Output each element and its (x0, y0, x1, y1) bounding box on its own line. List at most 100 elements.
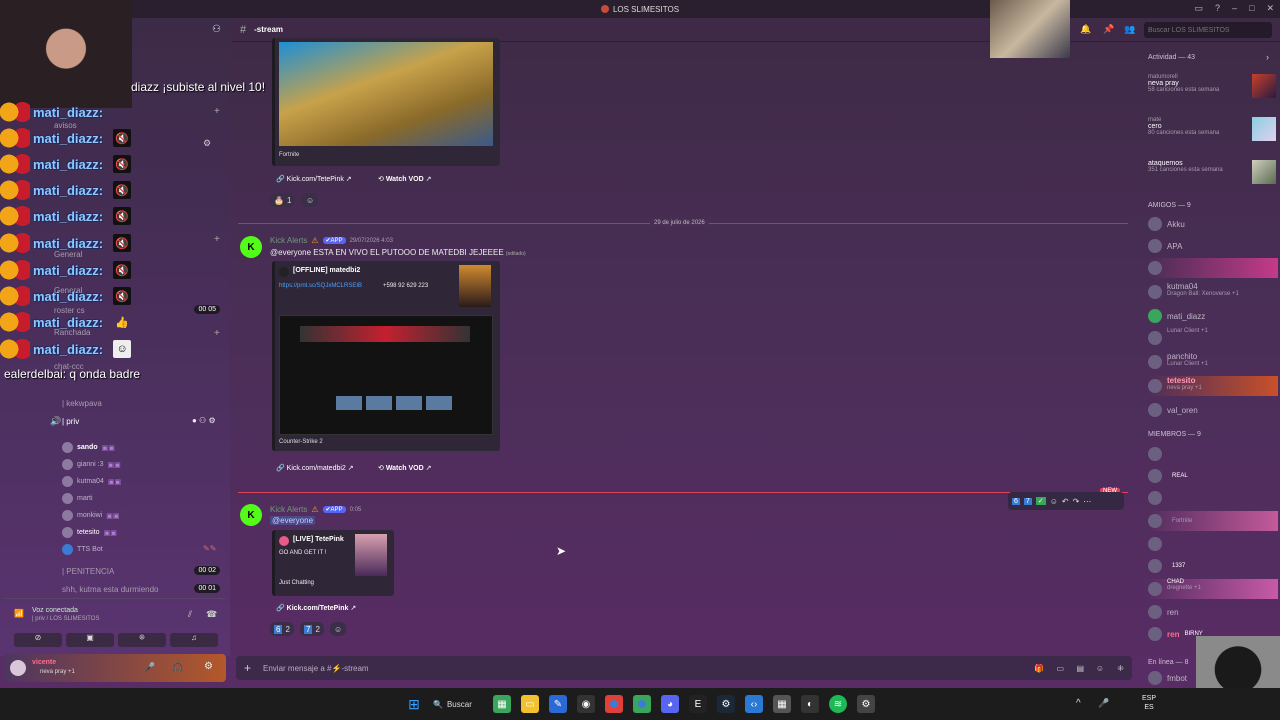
taskbar-search[interactable]: 🔍 Buscar (433, 700, 483, 709)
activity-card[interactable]: mate cero 80 canciones esta semana (1148, 117, 1278, 145)
maximize-button[interactable]: □ (1249, 3, 1254, 14)
store-icon[interactable]: ▦ (773, 695, 791, 713)
steam-icon[interactable]: ⚙ (717, 695, 735, 713)
voice-user[interactable]: monkiwi ▣▣ (62, 510, 120, 521)
voice-user[interactable]: gianni :3 ▣▣ (62, 459, 121, 470)
member-row[interactable]: Akku (1148, 214, 1278, 234)
embed-title[interactable]: [OFFLINE] matedbi2 (293, 267, 360, 274)
sticker-icon[interactable]: ▤ (1076, 664, 1084, 673)
member-row[interactable] (1148, 444, 1278, 464)
reaction[interactable]: 62 (270, 622, 294, 636)
member-row[interactable]: Fortnite (1148, 511, 1278, 531)
mention[interactable]: @everyone (270, 516, 316, 525)
inbox-icon[interactable]: ▭ (1194, 3, 1203, 14)
reaction-6-button[interactable]: 6 (1012, 497, 1020, 505)
more-icon[interactable]: ⋯ (1083, 497, 1091, 506)
reaction-check-button[interactable]: ✓ (1035, 497, 1046, 505)
gif-icon[interactable]: ▭ (1056, 664, 1064, 673)
minimize-button[interactable]: – (1232, 3, 1237, 14)
minecraft-icon[interactable]: ▦ (493, 695, 511, 713)
channel-actions-icon[interactable]: ● ⚇ ⚙ (192, 416, 216, 425)
stream-thumbnail[interactable] (279, 42, 493, 146)
author-name[interactable]: Kick Alerts (270, 505, 307, 514)
settings-icon[interactable]: ⚙ (204, 661, 213, 672)
add-reaction-icon[interactable]: ☺ (1050, 497, 1058, 506)
add-channel-icon[interactable]: + (214, 106, 220, 117)
vscode-icon[interactable]: ‹› (745, 695, 763, 713)
tray-language[interactable]: ESP ES (1142, 694, 1156, 712)
kick-link[interactable]: 🔗 Kick.com/TetePink ↗ (276, 175, 352, 183)
share-screen-button[interactable]: ▣ (66, 633, 114, 647)
soundboard-button[interactable]: ♫ (170, 633, 218, 647)
embed-link[interactable]: https://prnt.sc/SQJxMCLRSEIB (279, 283, 362, 289)
watch-vod-link[interactable]: ⟲ Watch VOD ↗ (378, 175, 431, 183)
add-reaction-button[interactable]: ☺ (302, 193, 319, 207)
file-explorer-icon[interactable]: ▭ (521, 695, 539, 713)
voice-user[interactable]: sando ▣▣ (62, 442, 115, 453)
avatar[interactable]: K (240, 504, 262, 526)
activity-card[interactable]: ataquemos 351 canciones esta semana (1148, 160, 1278, 188)
voice-channel-kekwpava[interactable]: | kekwpava (62, 399, 102, 408)
add-channel-icon[interactable]: + (214, 328, 220, 339)
help-icon[interactable]: ? (1215, 3, 1220, 14)
stream-thumbnail[interactable] (279, 315, 493, 435)
voice-user[interactable]: TTS Bot (62, 544, 103, 555)
watch-vod-link[interactable]: ⟲ Watch VOD ↗ (378, 464, 431, 472)
reaction[interactable]: 🎂 1 (270, 193, 296, 207)
voice-channel-priv[interactable]: | priv (62, 417, 79, 426)
chevron-right-icon[interactable]: › (1266, 52, 1269, 62)
member-row[interactable] (1148, 488, 1278, 508)
add-attachment-icon[interactable]: + (244, 661, 251, 675)
member-row[interactable]: val_oren (1148, 400, 1278, 420)
member-row[interactable] (1148, 534, 1278, 554)
forward-icon[interactable]: ↷ (1073, 497, 1080, 506)
settings-icon[interactable]: ⚙ (203, 138, 211, 149)
member-row[interactable]: kutma04 Dragon Ball: Xenoverse +1 (1148, 282, 1278, 302)
spotify-icon[interactable]: ≋ (829, 695, 847, 713)
voice-channel-sleeping[interactable]: shh, kutma esta durmiendo (62, 585, 159, 594)
member-row[interactable]: REAL (1148, 466, 1278, 486)
emoji-icon[interactable]: ☺ (1096, 664, 1104, 673)
voice-channel-penitencia[interactable]: | PENITENCIA (62, 567, 114, 576)
member-row[interactable]: 1337 (1148, 556, 1278, 576)
member-row[interactable]: ren (1148, 602, 1278, 622)
member-row[interactable]: CHAD dregnette +1 (1148, 579, 1278, 599)
reply-icon[interactable]: ↶ (1062, 497, 1069, 506)
voice-user[interactable]: tetesito ▣▣ (62, 527, 117, 538)
apps-icon[interactable]: ⁜ (1117, 664, 1124, 673)
epic-games-icon[interactable]: E (689, 695, 707, 713)
member-row[interactable]: tetesito neva pray +1 (1148, 376, 1278, 396)
member-row[interactable]: mati_diazz (1148, 306, 1278, 326)
voice-user[interactable]: marti (62, 493, 93, 504)
voice-status-sub[interactable]: | priv / LOS SLIMESITOS (32, 616, 99, 622)
message-composer[interactable]: + Enviar mensaje a #⚡-stream 🎁 ▭ ▤ ☺ ⁜ (236, 656, 1132, 680)
disconnect-icon[interactable]: ☎ (206, 609, 217, 620)
author-name[interactable]: Kick Alerts (270, 236, 307, 245)
kick-link[interactable]: 🔗 Kick.com/TetePink ↗ (276, 604, 356, 612)
close-button[interactable]: ✕ (1266, 3, 1274, 14)
tray-chevron-icon[interactable]: ^ (1076, 698, 1081, 709)
gift-icon[interactable]: 🎁 (1034, 664, 1044, 673)
camera-off-button[interactable]: ⊘ (14, 633, 62, 647)
headphones-icon[interactable]: 🎧 (172, 662, 183, 673)
kick-link[interactable]: 🔗 Kick.com/matedbi2 ↗ (276, 464, 354, 472)
activities-button[interactable]: ⁜ (118, 633, 166, 647)
mic-icon[interactable]: 🎤 (144, 662, 155, 673)
discord-icon[interactable]: ◕ (661, 695, 679, 713)
obs-icon[interactable]: ◉ (577, 695, 595, 713)
settings-app-icon[interactable]: ⚙ (857, 695, 875, 713)
chrome-icon[interactable] (605, 695, 623, 713)
activity-card[interactable]: matumorell neva pray 58 canciones esta s… (1148, 74, 1278, 102)
editor-icon[interactable]: ✎ (549, 695, 567, 713)
app-icon[interactable]: ◐ (801, 695, 819, 713)
member-row[interactable] (1148, 258, 1278, 278)
embed-title[interactable]: [LIVE] TetePink (293, 536, 344, 543)
search-input[interactable] (1144, 22, 1272, 38)
add-channel-icon[interactable]: + (214, 234, 220, 245)
voice-user[interactable]: kutma04 ▣▣ (62, 476, 121, 487)
avatar[interactable] (10, 660, 26, 676)
chrome-profile-icon[interactable] (633, 695, 651, 713)
add-reaction-button[interactable]: ☺ (330, 622, 347, 636)
noise-suppression-icon[interactable]: ⫽ (188, 609, 192, 620)
add-user-icon[interactable]: ⚇ (212, 24, 221, 35)
